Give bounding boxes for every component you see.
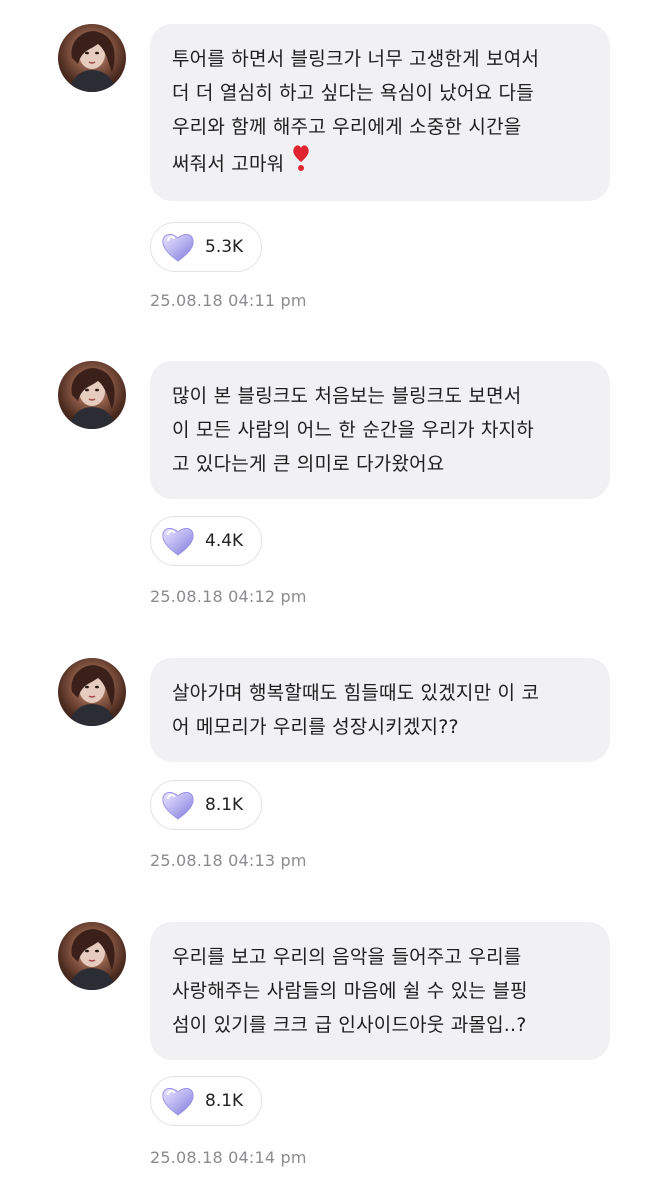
- message-text: 많이 본 블링크도 처음보는 블링크도 보면서 이 모든 사람의 어느 한 순간…: [172, 385, 534, 475]
- reaction-count: 8.1K: [205, 1091, 244, 1111]
- message-bubble: 살아가며 행복할때도 힘들때도 있겠지만 이 코 어 메모리가 우리를 성장시키…: [150, 658, 610, 762]
- message-text: 투어를 하면서 블링크가 너무 고생한게 보여서 더 더 열심히 하고 싶다는 …: [172, 48, 540, 175]
- avatar[interactable]: [58, 922, 126, 990]
- crystal-heart-icon: [162, 1087, 194, 1116]
- timestamp: 25.08.18 04:14 pm: [150, 1148, 307, 1167]
- crystal-heart-icon: [162, 527, 194, 556]
- message-bubble: 투어를 하면서 블링크가 너무 고생한게 보여서 더 더 열심히 하고 싶다는 …: [150, 24, 610, 201]
- message-bubble: 우리를 보고 우리의 음악을 들어주고 우리를 사랑해주는 사람들의 마음에 쉴…: [150, 922, 610, 1060]
- avatar[interactable]: [58, 24, 126, 92]
- avatar-image: [68, 665, 116, 726]
- reaction-count: 5.3K: [205, 237, 244, 257]
- reaction-button[interactable]: 4.4K: [150, 516, 263, 566]
- avatar-image: [68, 929, 116, 990]
- reaction-button[interactable]: 8.1K: [150, 780, 263, 830]
- avatar-image: [68, 368, 116, 429]
- crystal-heart-icon: [162, 791, 194, 820]
- crystal-heart-icon: [162, 233, 194, 262]
- message-text: 살아가며 행복할때도 힘들때도 있겠지만 이 코 어 메모리가 우리를 성장시키…: [172, 682, 540, 738]
- heavy-heart-exclamation-icon: [292, 144, 310, 183]
- message-bubble: 많이 본 블링크도 처음보는 블링크도 보면서 이 모든 사람의 어느 한 순간…: [150, 361, 610, 499]
- avatar[interactable]: [58, 658, 126, 726]
- timestamp: 25.08.18 04:11 pm: [150, 291, 307, 310]
- reaction-count: 4.4K: [205, 531, 244, 551]
- reaction-count: 8.1K: [205, 795, 244, 815]
- reaction-button[interactable]: 8.1K: [150, 1076, 263, 1126]
- reaction-button[interactable]: 5.3K: [150, 222, 263, 272]
- avatar-image: [68, 31, 116, 92]
- avatar[interactable]: [58, 361, 126, 429]
- timestamp: 25.08.18 04:13 pm: [150, 851, 307, 870]
- message-text: 우리를 보고 우리의 음악을 들어주고 우리를 사랑해주는 사람들의 마음에 쉴…: [172, 946, 528, 1036]
- timestamp: 25.08.18 04:12 pm: [150, 587, 307, 606]
